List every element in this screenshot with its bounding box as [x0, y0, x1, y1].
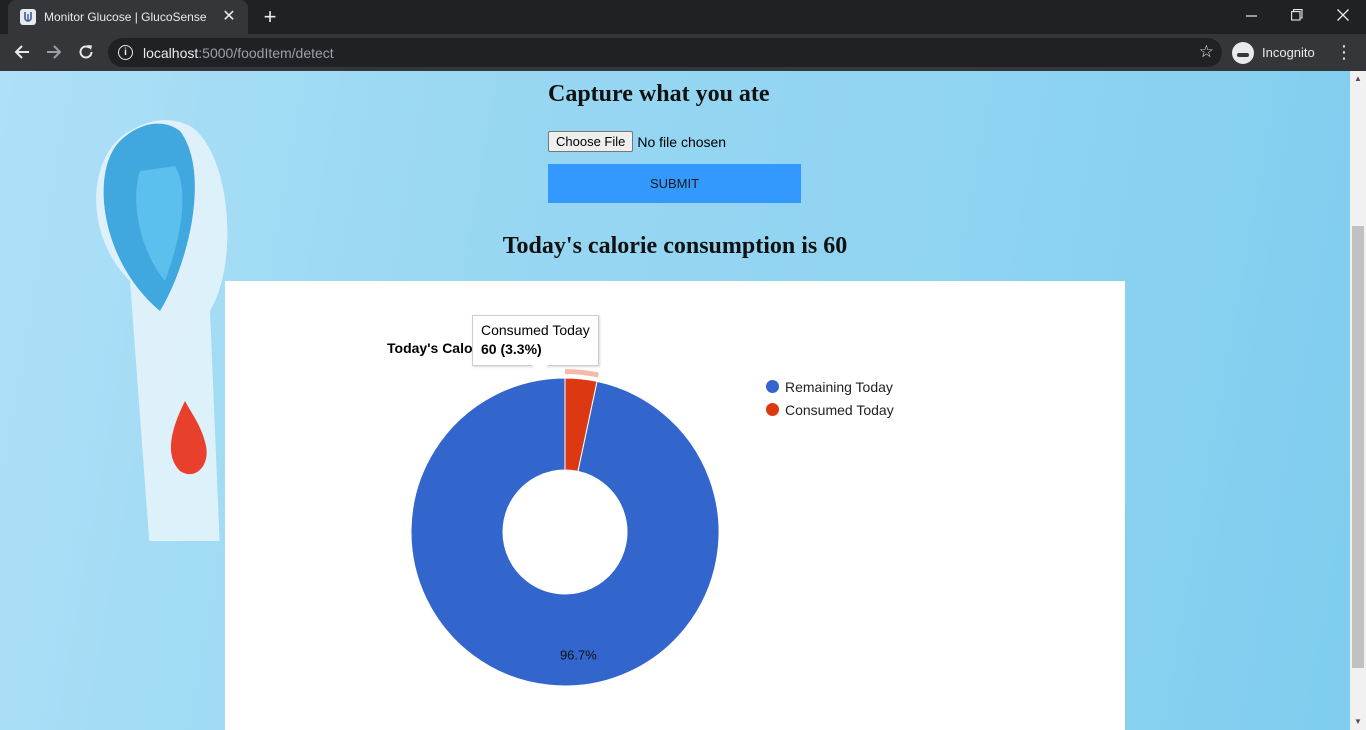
tab-title: Monitor Glucose | GlucoSense	[44, 10, 207, 24]
incognito-profile[interactable]: Incognito	[1232, 38, 1315, 67]
submit-button[interactable]: SUBMIT	[548, 164, 801, 203]
legend-label: Consumed Today	[785, 401, 894, 418]
file-status: No file chosen	[637, 133, 727, 150]
legend-label: Remaining Today	[785, 378, 893, 395]
file-input: Choose File No file chosen	[548, 131, 726, 152]
reload-icon[interactable]	[72, 38, 100, 66]
arrow-right-icon[interactable]	[40, 38, 68, 66]
tab-close-icon[interactable]: ✕	[220, 8, 238, 26]
pie-chart-svg: 96.7%	[410, 368, 720, 687]
url-host: localhost	[143, 44, 199, 61]
url-path: :5000/foodItem/detect	[198, 44, 334, 61]
awareness-ribbon-icon	[96, 120, 228, 541]
choose-file-button[interactable]: Choose File	[548, 131, 634, 152]
scroll-thumb[interactable]	[1352, 226, 1364, 668]
legend-item[interactable]: Remaining Today	[766, 375, 894, 398]
page-title: Capture what you ate	[548, 81, 770, 107]
chart-title: Today's Calo	[387, 340, 473, 356]
incognito-icon	[1232, 41, 1254, 64]
pie-slice-label: 96.7%	[560, 647, 597, 662]
scroll-up-icon[interactable]: ▲	[1350, 71, 1366, 87]
site-favicon-icon	[20, 9, 36, 25]
scroll-down-icon[interactable]: ▼	[1350, 714, 1366, 730]
chart-tooltip: Consumed Today 60 (3.3%)	[472, 315, 599, 366]
browser-toolbar: i localhost:5000/foodItem/detect ☆ Incog…	[0, 34, 1366, 71]
restore-icon[interactable]	[1274, 0, 1320, 30]
arrow-left-icon[interactable]	[8, 38, 36, 66]
tooltip-label: Consumed Today	[481, 322, 590, 338]
incognito-label: Incognito	[1262, 45, 1315, 60]
window-close-icon[interactable]	[1320, 0, 1366, 30]
info-icon[interactable]: i	[118, 45, 133, 60]
page-viewport: Capture what you ate Choose File No file…	[0, 71, 1350, 730]
browser-tab[interactable]: Monitor Glucose | GlucoSense ✕	[8, 0, 248, 34]
tab-strip: Monitor Glucose | GlucoSense ✕ +	[0, 0, 1366, 34]
legend-dot-icon	[766, 403, 779, 416]
star-icon[interactable]: ☆	[1199, 42, 1214, 62]
calorie-chart: 96.7% Today's Calo Remaining Today Consum…	[225, 281, 1125, 730]
page-scrollbar[interactable]: ▲ ▼	[1350, 71, 1366, 730]
chart-legend: Remaining Today Consumed Today	[766, 375, 894, 421]
address-bar[interactable]: i localhost:5000/foodItem/detect ☆	[108, 38, 1222, 67]
tooltip-pointer	[532, 365, 548, 375]
legend-item[interactable]: Consumed Today	[766, 398, 894, 421]
more-vert-icon[interactable]: ⋮	[1334, 38, 1354, 67]
consumption-heading: Today's calorie consumption is 60	[502, 233, 848, 259]
legend-dot-icon	[766, 380, 779, 393]
tooltip-value: 60 (3.3%)	[481, 341, 542, 357]
new-tab-icon[interactable]: +	[258, 6, 282, 28]
minimize-icon[interactable]	[1228, 0, 1274, 30]
